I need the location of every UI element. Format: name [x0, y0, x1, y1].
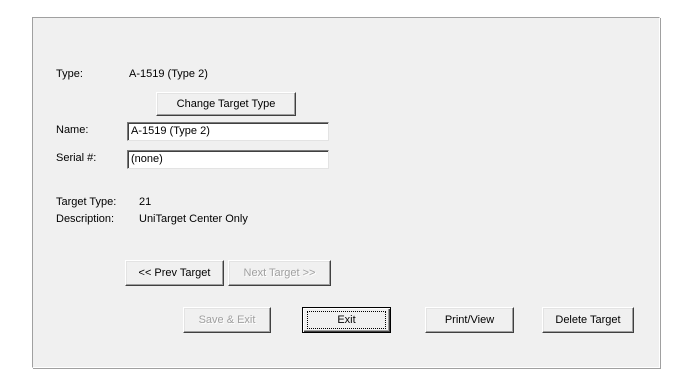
save-and-exit-button[interactable]: Save & Exit: [183, 307, 271, 333]
serial-label: Serial #:: [56, 152, 97, 164]
name-label: Name:: [56, 124, 89, 136]
description-value: UniTarget Center Only: [139, 213, 248, 225]
prev-target-button[interactable]: << Prev Target: [125, 260, 224, 286]
name-field[interactable]: A-1519 (Type 2): [127, 122, 329, 141]
exit-button[interactable]: Exit: [302, 307, 391, 333]
target-type-label: Target Type:: [56, 196, 117, 208]
description-label: Description:: [56, 213, 115, 225]
target-properties-dialog: Type: A-1519 (Type 2) Change Target Type…: [32, 17, 660, 368]
change-target-type-button[interactable]: Change Target Type: [156, 92, 296, 116]
type-label: Type:: [56, 68, 83, 80]
serial-field[interactable]: (none): [127, 150, 329, 169]
type-value: A-1519 (Type 2): [129, 68, 208, 80]
delete-target-button[interactable]: Delete Target: [542, 307, 634, 333]
next-target-button[interactable]: Next Target >>: [228, 260, 331, 286]
target-type-value: 21: [139, 196, 152, 208]
print-view-button[interactable]: Print/View: [425, 307, 514, 333]
